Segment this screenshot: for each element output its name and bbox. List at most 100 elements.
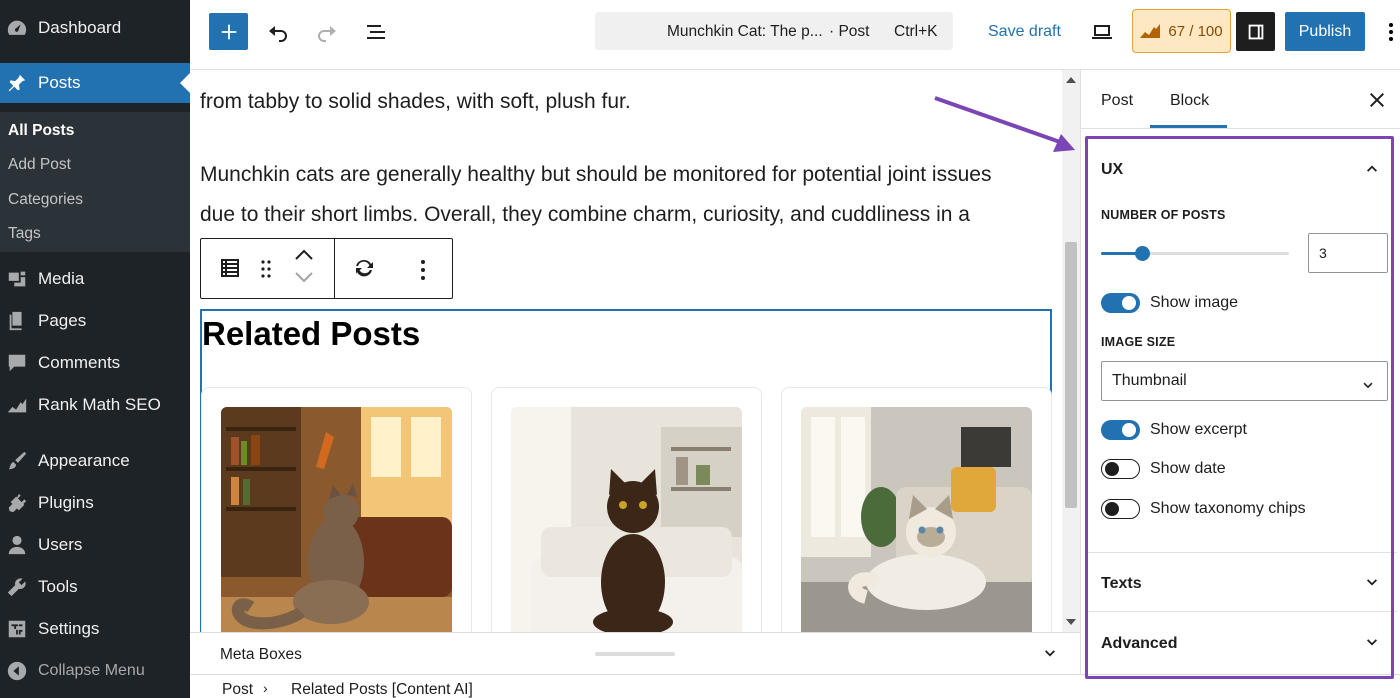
posts-submenu: All Posts Add Post Categories Tags	[0, 112, 190, 252]
submenu-all-posts[interactable]: All Posts	[8, 122, 74, 140]
collapse-icon	[6, 660, 28, 682]
texts-panel-title[interactable]: Texts	[1101, 575, 1142, 593]
menu-collapse[interactable]: Collapse Menu	[0, 651, 190, 691]
chevron-up-icon	[295, 249, 313, 260]
options-button[interactable]	[1388, 20, 1394, 44]
editor-toolbar: Munchkin Cat: The p... · Post Ctrl+K Sav…	[190, 0, 1400, 70]
sync-icon	[356, 259, 373, 277]
scroll-down-arrow[interactable]	[1066, 619, 1076, 625]
paragraph-block[interactable]: from tabby to solid shades, with soft, p…	[200, 82, 631, 122]
paragraph-block[interactable]: due to their short limbs. Overall, they …	[200, 195, 970, 235]
close-icon	[1370, 93, 1384, 107]
show-taxonomy-toggle[interactable]	[1101, 499, 1140, 519]
plus-icon	[221, 24, 236, 39]
undo-button[interactable]	[266, 20, 290, 44]
add-block-button[interactable]	[209, 13, 248, 50]
chevron-up-icon[interactable]	[1362, 158, 1382, 183]
tab-block[interactable]: Block	[1170, 92, 1209, 110]
number-of-posts-slider[interactable]	[1101, 246, 1289, 261]
submenu-tags[interactable]: Tags	[8, 225, 41, 243]
show-date-toggle[interactable]	[1101, 459, 1140, 479]
ux-panel-title[interactable]: UX	[1101, 161, 1123, 179]
show-excerpt-row: Show excerpt	[1101, 419, 1247, 441]
menu-posts[interactable]: Posts	[0, 63, 190, 103]
tabs-divider	[1081, 128, 1400, 129]
advanced-panel-title[interactable]: Advanced	[1101, 635, 1177, 653]
menu-label: Appearance	[38, 451, 130, 470]
menu-plugins[interactable]: Plugins	[0, 483, 190, 523]
pushpin-icon	[6, 72, 28, 94]
scroll-up-arrow[interactable]	[1066, 77, 1076, 83]
submenu-add-post[interactable]: Add Post	[8, 156, 71, 174]
menu-rank-math[interactable]: Rank Math SEO	[0, 385, 190, 425]
image-size-select[interactable]: Thumbnail	[1101, 361, 1388, 401]
chevron-down-icon[interactable]	[1040, 644, 1060, 669]
menu-label: Settings	[38, 619, 100, 638]
tab-post[interactable]: Post	[1101, 92, 1133, 110]
save-draft-button[interactable]: Save draft	[988, 23, 1061, 41]
menu-label: Collapse Menu	[38, 662, 145, 679]
show-taxonomy-row: Show taxonomy chips	[1101, 498, 1306, 520]
drag-handle[interactable]	[260, 259, 272, 279]
move-down-button[interactable]	[295, 271, 313, 283]
resize-handle[interactable]	[595, 652, 675, 656]
meta-boxes-label: Meta Boxes	[220, 646, 302, 663]
image-size-label: IMAGE SIZE	[1101, 335, 1176, 349]
menu-label: Media	[38, 269, 85, 288]
scrollbar-thumb[interactable]	[1065, 242, 1077, 508]
menu-appearance[interactable]: Appearance	[0, 441, 190, 481]
submenu-categories[interactable]: Categories	[8, 191, 83, 209]
menu-pages[interactable]: Pages	[0, 301, 190, 341]
slider-thumb[interactable]	[1135, 246, 1150, 261]
chevron-down-icon[interactable]	[1362, 573, 1382, 598]
related-posts-block[interactable]: Related Posts	[200, 309, 1052, 632]
transform-button[interactable]	[352, 256, 376, 280]
breadcrumb-post[interactable]: Post	[222, 681, 253, 698]
show-image-toggle[interactable]	[1101, 293, 1140, 313]
post-thumbnail[interactable]	[801, 407, 1032, 632]
document-overview-button[interactable]	[364, 20, 388, 44]
post-thumbnail[interactable]	[511, 407, 742, 632]
number-of-posts-input[interactable]: 3	[1308, 233, 1388, 273]
menu-label: Plugins	[38, 493, 94, 512]
redo-button[interactable]	[315, 20, 339, 44]
publish-button[interactable]: Publish	[1285, 12, 1365, 51]
block-options-button[interactable]	[420, 258, 426, 282]
related-post-card[interactable]	[781, 387, 1052, 632]
redo-icon	[318, 26, 336, 42]
menu-users[interactable]: Users	[0, 525, 190, 565]
breadcrumb-current-block[interactable]: Related Posts [Content AI]	[291, 681, 473, 698]
menu-label: Users	[38, 535, 83, 554]
menu-comments[interactable]: Comments	[0, 343, 190, 383]
close-settings-button[interactable]	[1365, 88, 1389, 117]
toolbar-divider	[334, 239, 335, 298]
settings-toggle-button[interactable]	[1236, 12, 1275, 51]
paragraph-block[interactable]: Munchkin cats are generally healthy but …	[200, 155, 991, 195]
list-view-icon	[367, 25, 385, 39]
command-bar[interactable]: Munchkin Cat: The p... · Post Ctrl+K	[595, 12, 953, 50]
seo-score-badge[interactable]: 67 / 100	[1132, 9, 1231, 53]
menu-media[interactable]: Media	[0, 259, 190, 299]
menu-settings[interactable]: Settings	[0, 609, 190, 649]
related-post-card[interactable]	[491, 387, 762, 632]
meta-boxes-panel[interactable]: Meta Boxes	[190, 632, 1080, 674]
related-post-card[interactable]	[201, 387, 472, 632]
post-thumbnail[interactable]	[221, 407, 452, 632]
move-up-button[interactable]	[295, 249, 313, 261]
block-settings-sidebar: Post Block UX NUMBER OF POSTS 3 Show ima…	[1080, 70, 1400, 674]
chevron-right-icon: ›	[263, 680, 268, 696]
show-excerpt-toggle[interactable]	[1101, 420, 1140, 440]
menu-tools[interactable]: Tools	[0, 567, 190, 607]
block-type-button[interactable]	[218, 256, 242, 280]
menu-dashboard[interactable]: Dashboard	[0, 8, 190, 48]
settings-icon	[6, 618, 28, 640]
show-taxonomy-label: Show taxonomy chips	[1150, 500, 1306, 517]
show-date-row: Show date	[1101, 458, 1226, 480]
chevron-down-icon[interactable]	[1362, 633, 1382, 658]
menu-label: Dashboard	[38, 18, 122, 37]
related-posts-heading[interactable]: Related Posts	[202, 315, 420, 353]
menu-label: Tools	[38, 577, 78, 596]
number-of-posts-label: NUMBER OF POSTS	[1101, 208, 1226, 222]
show-image-label: Show image	[1150, 294, 1239, 311]
preview-button[interactable]	[1090, 20, 1114, 44]
